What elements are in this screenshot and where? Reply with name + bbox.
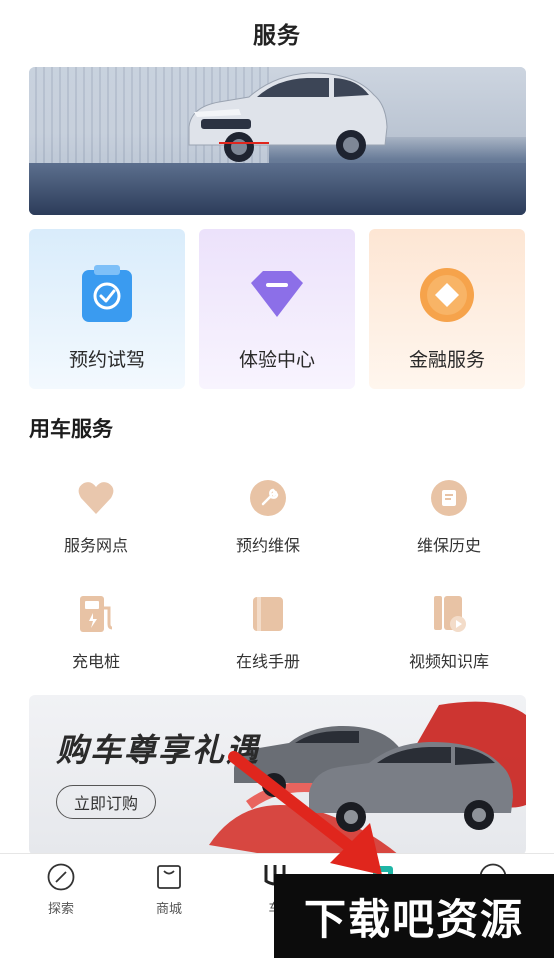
video-library-icon [427, 592, 471, 636]
shopping-bag-icon [154, 862, 184, 892]
heart-icon [74, 476, 118, 520]
banner-floor [29, 163, 526, 215]
compass-icon [46, 862, 76, 892]
experience-center-card[interactable]: 体验中心 [199, 229, 355, 389]
online-manual-item[interactable]: 在线手册 [193, 592, 343, 672]
finance-service-card[interactable]: 金融服务 [369, 229, 525, 389]
nav-label-explore: 探索 [47, 902, 74, 917]
order-now-button[interactable]: 立即订购 [56, 785, 156, 819]
nav-label-mall: 商城 [155, 902, 182, 917]
nav-item-explore[interactable]: 探索 [26, 862, 96, 917]
diamond-icon [247, 265, 307, 325]
history-icon [427, 476, 471, 520]
banner-car-image [188, 72, 388, 162]
charging-pile-item[interactable]: 充电桩 [21, 592, 171, 672]
wrench-icon [246, 476, 290, 520]
test-drive-label: 预约试驾 [68, 349, 145, 371]
manual-icon [246, 592, 290, 636]
watermark-text: 下载吧资源 [303, 894, 524, 944]
experience-center-label: 体验中心 [238, 349, 315, 371]
video-library-label: 视频知识库 [408, 652, 489, 671]
page-header: 服务 [0, 0, 554, 66]
maintenance-history-item[interactable]: 维保历史 [374, 476, 524, 556]
coin-icon [417, 265, 477, 325]
clipboard-check-icon [77, 265, 137, 325]
maintenance-history-label: 维保历史 [416, 536, 481, 555]
charging-pile-label: 充电桩 [71, 652, 120, 671]
online-manual-label: 在线手册 [235, 652, 300, 671]
section-title: 用车服务 [29, 417, 113, 441]
test-drive-card[interactable]: 预约试驾 [29, 229, 185, 389]
nav-item-mall[interactable]: 商城 [134, 862, 204, 917]
video-library-item[interactable]: 视频知识库 [374, 592, 524, 672]
book-maintenance-item[interactable]: 预约维保 [193, 476, 343, 556]
charging-pile-icon [74, 592, 118, 636]
page-title: 服务 [253, 23, 301, 49]
red-arrow-icon [228, 751, 382, 875]
book-maintenance-label: 预约维保 [235, 536, 300, 555]
hero-banner[interactable] [29, 67, 526, 215]
service-outlet-label: 服务网点 [63, 536, 128, 555]
watermark-logo: 下载吧资源 [274, 874, 554, 958]
finance-service-label: 金融服务 [408, 349, 485, 371]
service-outlet-item[interactable]: 服务网点 [21, 476, 171, 556]
